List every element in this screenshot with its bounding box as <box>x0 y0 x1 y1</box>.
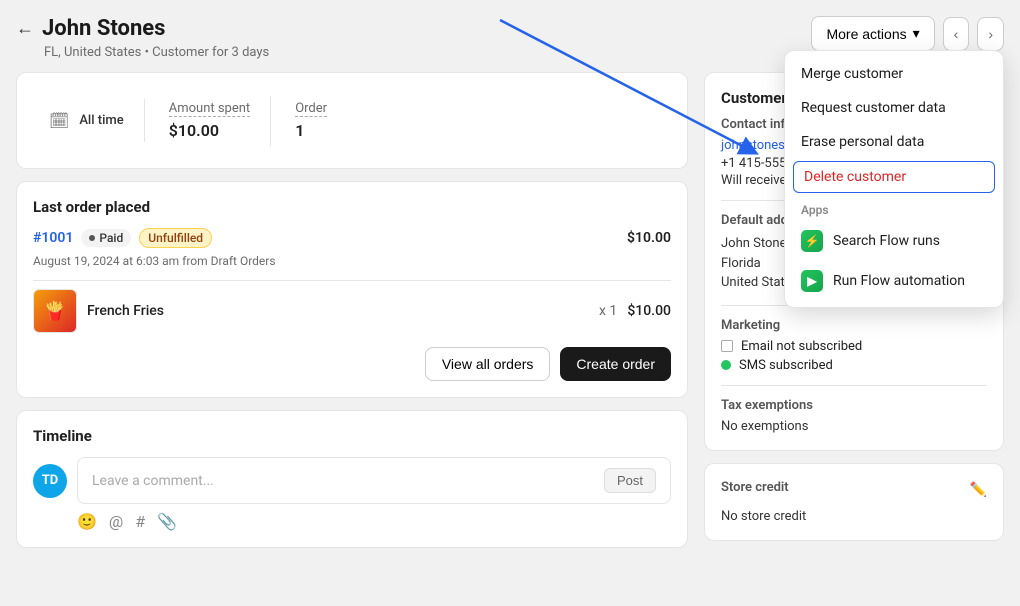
chevron-down-icon: ▾ <box>913 25 920 42</box>
view-all-orders-button[interactable]: View all orders <box>425 347 551 381</box>
marketing-title: Marketing <box>721 318 987 333</box>
unfulfilled-badge: Unfulfilled <box>139 228 212 248</box>
erase-data-item[interactable]: Erase personal data <box>785 125 1003 159</box>
search-flow-icon: ⚡ <box>801 230 823 252</box>
merge-customer-item[interactable]: Merge customer <box>785 57 1003 91</box>
order-total: $10.00 <box>627 230 671 246</box>
paid-badge: Paid <box>81 229 131 247</box>
run-flow-item[interactable]: ▶ Run Flow automation <box>785 261 1003 301</box>
timeline-card: Timeline TD Leave a comment... Post 🙂 @ … <box>16 410 688 548</box>
section-divider-3 <box>721 385 987 386</box>
post-comment-button[interactable]: Post <box>604 468 656 493</box>
nav-next-button[interactable]: › <box>977 17 1004 51</box>
sms-marketing-label: SMS subscribed <box>739 358 833 373</box>
search-flow-item[interactable]: ⚡ Search Flow runs <box>785 221 1003 261</box>
all-time-stat: 🗓 All time <box>33 99 145 142</box>
calendar-icon: 🗓 <box>49 111 69 130</box>
all-time-label: All time <box>79 113 123 128</box>
comment-placeholder: Leave a comment... <box>92 473 214 489</box>
tax-title: Tax exemptions <box>721 398 987 413</box>
order-label: Order <box>295 101 327 117</box>
search-flow-label: Search Flow runs <box>833 233 940 249</box>
emoji-icon[interactable]: 🙂 <box>77 512 97 531</box>
order-divider <box>33 280 671 281</box>
edit-icon[interactable]: ✏️ <box>970 482 987 498</box>
timeline-toolbar: 🙂 @ # 📎 <box>77 512 671 531</box>
timeline-input-row: TD Leave a comment... Post <box>33 457 671 504</box>
unfulfilled-label: Unfulfilled <box>148 231 203 245</box>
create-order-button[interactable]: Create order <box>560 347 671 381</box>
timeline-title: Timeline <box>33 427 671 445</box>
amount-label: Amount spent <box>169 101 250 117</box>
more-actions-label: More actions <box>826 26 906 42</box>
run-flow-icon: ▶ <box>801 270 823 292</box>
sms-marketing-item: SMS subscribed <box>721 358 987 373</box>
dropdown-menu: Merge customer Request customer data Era… <box>784 50 1004 308</box>
request-data-item[interactable]: Request customer data <box>785 91 1003 125</box>
amount-stat: Amount spent $10.00 <box>145 89 270 152</box>
left-column: 🗓 All time Amount spent $10.00 Order 1 L… <box>16 72 688 590</box>
sms-dot <box>721 360 731 370</box>
order-actions: View all orders Create order <box>33 347 671 381</box>
apps-section-label: Apps <box>785 195 1003 221</box>
run-flow-label: Run Flow automation <box>833 273 965 289</box>
comment-input[interactable]: Leave a comment... Post <box>77 457 671 504</box>
email-marketing-checkbox <box>721 340 733 352</box>
item-image: 🍟 <box>33 289 77 333</box>
item-price: $10.00 <box>627 303 671 319</box>
mention-icon[interactable]: @ <box>109 512 123 531</box>
order-item-row: 🍟 French Fries x 1 $10.00 <box>33 289 671 333</box>
header-actions: More actions ▾ ‹ › <box>811 16 1004 51</box>
order-card: Last order placed #1001 Paid Unfulfilled… <box>16 181 688 398</box>
order-header: #1001 Paid Unfulfilled $10.00 <box>33 228 671 248</box>
back-button[interactable]: ← <box>16 18 34 39</box>
attachment-icon[interactable]: 📎 <box>157 512 177 531</box>
store-credit-header: Store credit ✏️ <box>721 480 987 501</box>
avatar: TD <box>33 464 67 498</box>
header-left: ← John Stones FL, United States • Custom… <box>16 16 269 60</box>
order-date: August 19, 2024 at 6:03 am from Draft Or… <box>33 254 671 268</box>
order-value: 1 <box>295 121 327 140</box>
back-title-row: ← John Stones <box>16 16 269 41</box>
stats-card: 🗓 All time Amount spent $10.00 Order 1 <box>16 72 688 169</box>
tax-value: No exemptions <box>721 419 987 434</box>
order-stat: Order 1 <box>271 89 347 152</box>
amount-value: $10.00 <box>169 121 250 140</box>
email-marketing-label: Email not subscribed <box>741 339 862 354</box>
order-card-title: Last order placed <box>33 198 671 216</box>
store-credit-title: Store credit <box>721 480 789 495</box>
page-subtitle: FL, United States • Customer for 3 days <box>44 45 269 60</box>
paid-dot <box>89 235 95 241</box>
delete-customer-item[interactable]: Delete customer <box>793 161 995 193</box>
nav-prev-button[interactable]: ‹ <box>943 17 970 51</box>
item-qty: x 1 <box>599 303 617 319</box>
page-title: John Stones <box>42 16 165 41</box>
more-actions-button[interactable]: More actions ▾ <box>811 16 934 51</box>
store-credit-value: No store credit <box>721 509 987 524</box>
order-id-link[interactable]: #1001 <box>33 230 73 246</box>
store-credit-card: Store credit ✏️ No store credit <box>704 463 1004 541</box>
paid-label: Paid <box>99 231 123 245</box>
item-name: French Fries <box>87 303 589 319</box>
hashtag-icon[interactable]: # <box>135 512 145 531</box>
email-marketing-item: Email not subscribed <box>721 339 987 354</box>
